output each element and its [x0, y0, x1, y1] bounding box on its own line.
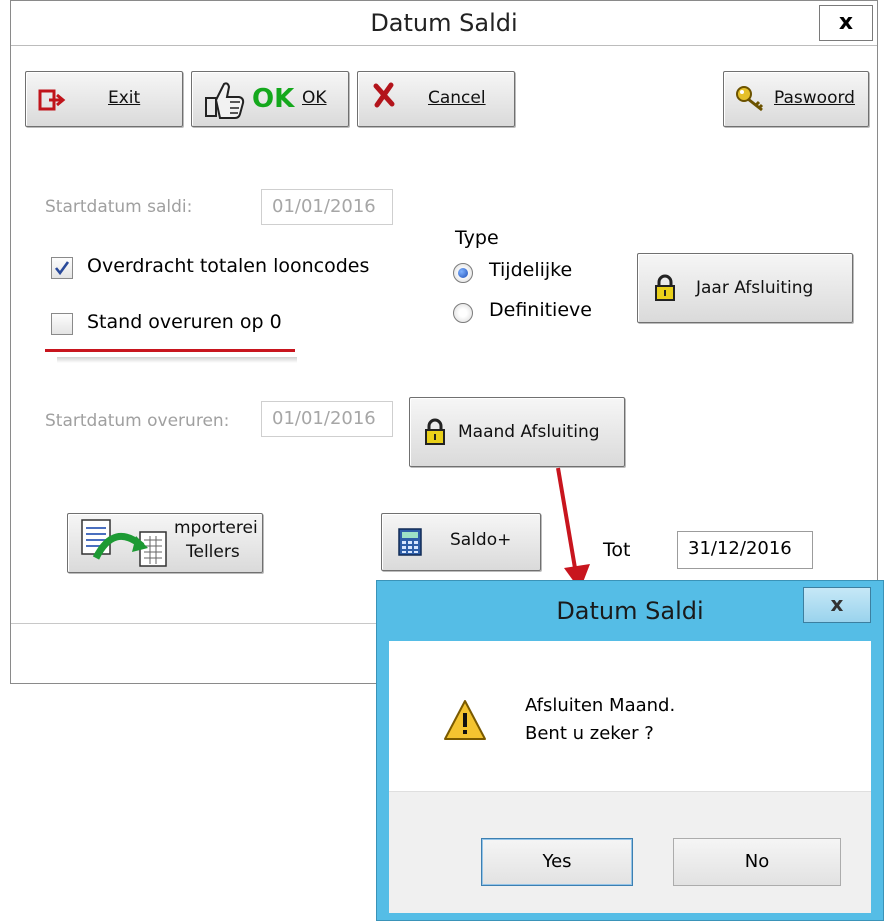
radio-tijdelijke-label: Tijdelijke: [489, 259, 573, 281]
radio-definitieve-label: Definitieve: [489, 299, 592, 321]
importeren-label-line1: mporterei: [174, 518, 258, 538]
annotation-shadow: [57, 357, 297, 363]
overdracht-label: Overdracht totalen looncodes: [87, 255, 370, 277]
padlock-icon: [425, 418, 445, 445]
importeren-tellers-button[interactable]: mporterei Tellers: [67, 513, 263, 573]
ok-icon-text: OK: [252, 84, 295, 114]
saldo-plus-label: Saldo+: [450, 530, 512, 550]
cancel-button[interactable]: Cancel: [357, 71, 515, 127]
jaar-afsluiting-button[interactable]: Jaar Afsluiting: [637, 253, 853, 323]
ok-label: OK: [302, 88, 327, 108]
overdracht-checkbox[interactable]: [51, 257, 73, 279]
tot-date-field[interactable]: 31/12/2016: [677, 531, 813, 569]
radio-tijdelijke[interactable]: [453, 263, 473, 283]
dialog-message-line2: Bent u zeker ?: [525, 723, 654, 744]
maand-afsluiting-label: Maand Afsluiting: [458, 422, 600, 442]
cancel-label: Cancel: [428, 88, 486, 108]
startdatum-overuren-field: 01/01/2016: [261, 401, 393, 437]
thumbs-up-icon: [205, 82, 245, 119]
padlock-icon: [655, 274, 675, 301]
no-button[interactable]: No: [673, 838, 841, 886]
maand-afsluiting-button[interactable]: Maand Afsluiting: [409, 397, 625, 467]
radio-definitieve[interactable]: [453, 303, 473, 323]
yes-button[interactable]: Yes: [481, 838, 633, 886]
warning-triangle-icon: [444, 700, 486, 740]
startdatum-saldi-label: Startdatum saldi:: [45, 197, 193, 217]
red-x-icon: [373, 82, 395, 108]
tot-label: Tot: [603, 539, 631, 561]
startdatum-overuren-label: Startdatum overuren:: [45, 411, 230, 431]
calculator-icon: [398, 528, 422, 556]
confirm-dialog: Datum Saldi x Afsluiten Maand. Bent u ze…: [376, 580, 884, 921]
dialog-client-area: Afsluiten Maand. Bent u zeker ? Yes No: [389, 641, 871, 913]
key-icon: [736, 86, 764, 112]
dialog-message-line1: Afsluiten Maand.: [525, 695, 676, 716]
importeren-label-line2: Tellers: [186, 542, 240, 562]
exit-button[interactable]: Exit: [25, 71, 183, 127]
saldo-plus-button[interactable]: Saldo+: [381, 513, 541, 571]
main-window-title: Datum Saldi: [370, 9, 518, 37]
type-group-label: Type: [455, 227, 499, 249]
ok-button[interactable]: OK OK: [191, 71, 349, 127]
startdatum-saldi-field: 01/01/2016: [261, 189, 393, 225]
main-close-button[interactable]: x: [819, 5, 873, 41]
annotation-underline: [45, 349, 295, 352]
stand-overuren-label: Stand overuren op 0: [87, 311, 282, 333]
dialog-button-area: Yes No: [389, 791, 871, 913]
exit-label: Exit: [108, 88, 141, 108]
password-label: Paswoord: [774, 88, 855, 108]
stand-overuren-checkbox[interactable]: [51, 313, 73, 335]
password-button[interactable]: Paswoord: [723, 71, 869, 127]
dialog-close-button[interactable]: x: [803, 587, 871, 623]
import-document-icon: [81, 519, 167, 567]
checkmark-icon: [54, 261, 70, 276]
exit-arrow-icon: [38, 89, 66, 111]
radio-selected-dot: [458, 268, 468, 278]
jaar-afsluiting-label: Jaar Afsluiting: [696, 278, 814, 298]
